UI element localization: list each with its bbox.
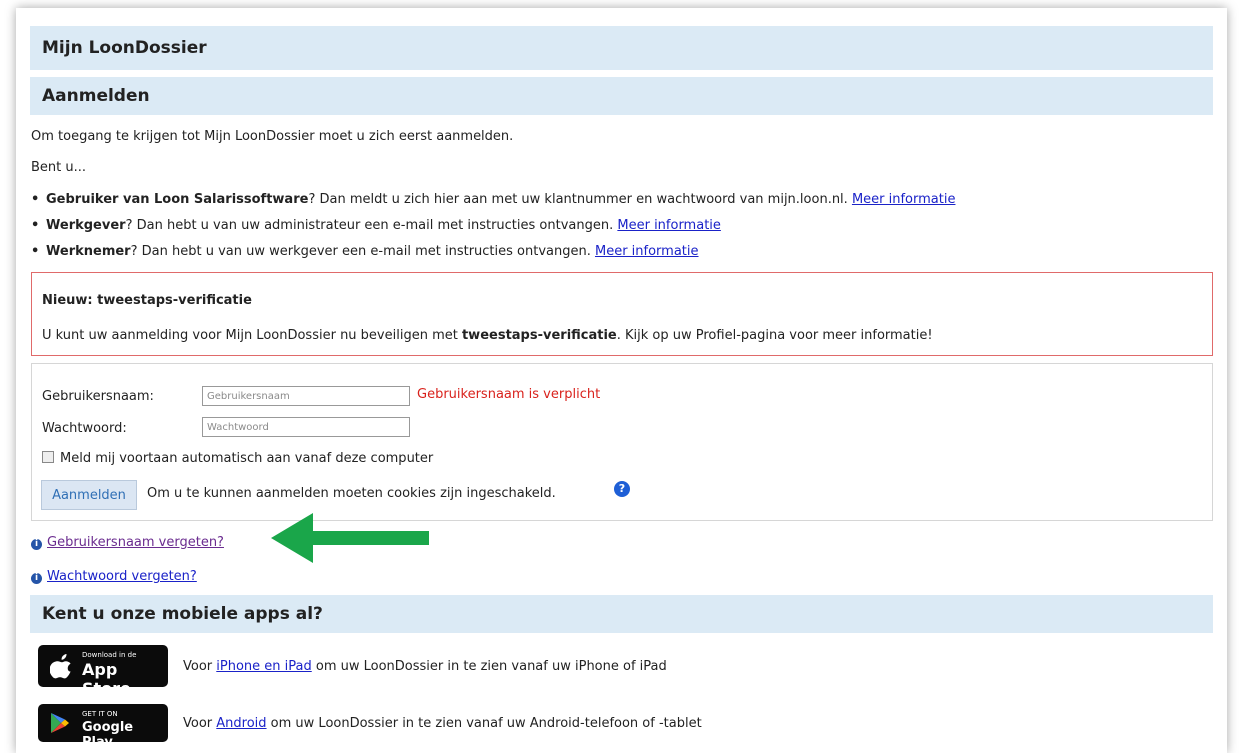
user-type-list: • Gebruiker van Loon Salarissoftware? Dan… bbox=[31, 187, 955, 265]
list-item: • Werknemer? Dan hebt u van uw werkgever … bbox=[31, 244, 699, 259]
password-label: Wachtwoord: bbox=[42, 421, 127, 436]
google-play-small-text: GET IT ON bbox=[82, 710, 118, 718]
page-frame: Mijn LoonDossier Aanmelden Om toegang te… bbox=[16, 8, 1227, 753]
forgot-username: i Gebruikersnaam vergeten? bbox=[31, 535, 224, 550]
remember-checkbox[interactable] bbox=[42, 451, 54, 463]
intro-question: Bent u... bbox=[31, 160, 87, 175]
user-type-label: Werkgever bbox=[46, 218, 126, 233]
user-type-text: ? Dan hebt u van uw werkgever een e-mail… bbox=[130, 244, 595, 259]
google-play-logo-icon bbox=[51, 713, 69, 733]
iphone-link[interactable]: iPhone en iPad bbox=[216, 659, 311, 674]
app-store-big-text: App Store bbox=[82, 660, 131, 698]
help-icon[interactable]: ? bbox=[614, 481, 630, 497]
remember-label: Meld mij voortaan automatisch aan vanaf … bbox=[60, 451, 434, 466]
password-input[interactable] bbox=[202, 417, 410, 437]
app-store-badge[interactable]: Download in de App Store bbox=[38, 645, 168, 698]
cookie-note: Om u te kunnen aanmelden moeten cookies … bbox=[147, 486, 556, 501]
android-app-text: Voor Android om uw LoonDossier in te zie… bbox=[183, 716, 702, 731]
apple-logo-icon bbox=[50, 654, 71, 679]
username-error: Gebruikersnaam is verplicht bbox=[417, 387, 601, 402]
more-info-link[interactable]: Meer informatie bbox=[595, 244, 699, 259]
page-title: Mijn LoonDossier bbox=[30, 26, 1213, 70]
username-label: Gebruikersnaam: bbox=[42, 389, 154, 404]
more-info-link[interactable]: Meer informatie bbox=[852, 192, 956, 207]
notice-body: U kunt uw aanmelding voor Mijn LoonDossi… bbox=[42, 328, 933, 343]
more-info-link[interactable]: Meer informatie bbox=[617, 218, 721, 233]
intro-text: Om toegang te krijgen tot Mijn LoonDossi… bbox=[31, 129, 514, 144]
list-item: • Gebruiker van Loon Salarissoftware? Dan… bbox=[31, 192, 956, 207]
notice-title: Nieuw: tweestaps-verificatie bbox=[42, 293, 252, 308]
forgot-password: i Wachtwoord vergeten? bbox=[31, 569, 197, 584]
user-type-text: ? Dan meldt u zich hier aan met uw klant… bbox=[308, 192, 852, 207]
user-type-text: ? Dan hebt u van uw administrateur een e… bbox=[125, 218, 618, 233]
app-store-small-text: Download in de bbox=[82, 651, 137, 659]
remember-me[interactable]: Meld mij voortaan automatisch aan vanaf … bbox=[42, 451, 433, 466]
green-arrow-icon bbox=[271, 513, 429, 563]
forgot-username-link[interactable]: Gebruikersnaam vergeten? bbox=[47, 535, 224, 550]
google-play-big-text: Google Play bbox=[82, 720, 134, 750]
user-type-label: Gebruiker van Loon Salarissoftware bbox=[46, 192, 309, 207]
user-type-label: Werknemer bbox=[46, 244, 131, 259]
iphone-app-text: Voor iPhone en iPad om uw LoonDossier in… bbox=[183, 659, 667, 674]
forgot-password-link[interactable]: Wachtwoord vergeten? bbox=[47, 569, 197, 584]
login-form: Gebruikersnaam: Gebruikersnaam is verpli… bbox=[31, 363, 1213, 521]
info-icon: i bbox=[31, 573, 42, 584]
list-item: • Werkgever? Dan hebt u van uw administra… bbox=[31, 218, 721, 233]
apps-heading: Kent u onze mobiele apps al? bbox=[30, 595, 1213, 633]
login-button[interactable]: Aanmelden bbox=[41, 480, 137, 510]
login-heading: Aanmelden bbox=[30, 77, 1213, 115]
google-play-badge[interactable]: GET IT ON Google Play bbox=[38, 704, 168, 750]
two-step-notice: Nieuw: tweestaps-verificatie U kunt uw a… bbox=[31, 272, 1213, 356]
username-input[interactable] bbox=[202, 386, 410, 406]
info-icon: i bbox=[31, 539, 42, 550]
android-link[interactable]: Android bbox=[216, 716, 266, 731]
